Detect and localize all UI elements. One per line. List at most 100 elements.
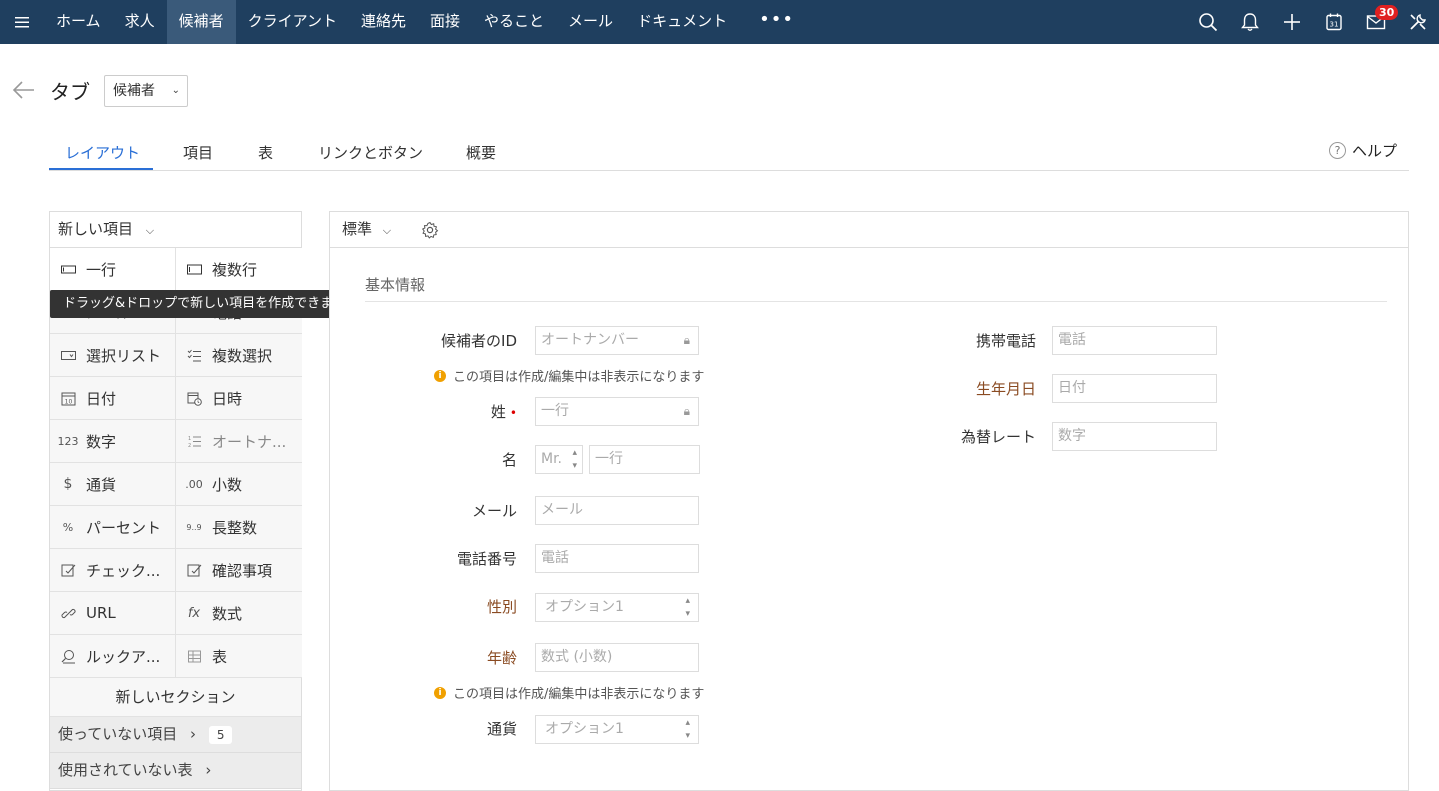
last-name-field[interactable]: 一行 🔒︎	[535, 397, 699, 426]
field-type-label: パーセント	[86, 518, 162, 537]
mail-icon[interactable]: 30	[1355, 0, 1399, 44]
nav-item-documents[interactable]: ドキュメント	[625, 0, 739, 44]
nav-item-mail[interactable]: メール	[556, 0, 625, 44]
gender-placeholder: オプション1	[545, 599, 624, 615]
field-type-table[interactable]: 表	[176, 635, 302, 678]
layout-canvas: 標準 ⌵ 基本情報 候補者のID オートナンバー 🔒︎ i この項目は作成/編集…	[329, 211, 1409, 791]
field-label-currency: 通貨	[486, 720, 517, 738]
nav-item-clients[interactable]: クライアント	[236, 0, 349, 44]
chevron-right-icon: ›	[205, 761, 212, 779]
field-type-multiselect[interactable]: 複数選択	[176, 334, 302, 377]
lock-icon: 🔒︎	[683, 404, 690, 418]
spinner-icon: ▴ ▾	[685, 596, 690, 619]
top-icons: 31 30	[1187, 0, 1439, 44]
unused-fields-toggle[interactable]: 使っていない項目 › 5	[50, 717, 301, 753]
field-type-autonumber[interactable]: 1 2 オートナ...	[176, 420, 302, 463]
chevron-down-icon: ⌵	[145, 224, 155, 237]
required-marker: •	[509, 406, 517, 420]
age-field[interactable]: 数式 (小数)	[535, 643, 699, 672]
field-type-currency[interactable]: $ 通貨	[50, 463, 176, 506]
email-field[interactable]: メール	[535, 496, 699, 525]
field-type-date[interactable]: 10 日付	[50, 377, 176, 420]
nav-item-contacts[interactable]: 連絡先	[349, 0, 418, 44]
exchange-rate-field[interactable]: 数字	[1052, 422, 1217, 451]
tab-table[interactable]: 表	[258, 142, 273, 163]
phone-field[interactable]: 電話	[535, 544, 699, 573]
more-menu-icon[interactable]: •••	[739, 0, 814, 44]
info-icon: i	[434, 686, 446, 699]
mobile-placeholder: 電話	[1058, 332, 1086, 348]
birthdate-field[interactable]: 日付	[1052, 374, 1217, 403]
field-type-label: 数式	[212, 604, 243, 623]
field-type-checkbox[interactable]: チェック...	[50, 549, 176, 592]
tools-icon[interactable]	[1397, 0, 1439, 44]
first-name-field[interactable]: 一行	[589, 445, 700, 474]
tab-overview[interactable]: 概要	[466, 142, 496, 163]
candidate-id-field[interactable]: オートナンバー 🔒︎	[535, 326, 699, 355]
nav-item-jobs[interactable]: 求人	[113, 0, 167, 44]
field-type-picklist[interactable]: 選択リスト	[50, 334, 176, 377]
tab-fields[interactable]: 項目	[183, 142, 213, 163]
multi-line-icon	[186, 262, 202, 277]
last-name-label: 姓	[490, 403, 506, 421]
back-arrow-icon[interactable]	[12, 80, 36, 100]
section-divider	[365, 301, 1387, 302]
calendar-icon[interactable]: 31	[1313, 0, 1355, 44]
field-type-long-integer[interactable]: 9..9 長整数	[176, 506, 302, 549]
mobile-field[interactable]: 電話	[1052, 326, 1217, 355]
field-type-label: ルックア...	[86, 647, 161, 666]
confirmation-icon	[186, 563, 202, 578]
field-type-formula[interactable]: fx 数式	[176, 592, 302, 635]
field-type-confirmation[interactable]: 確認事項	[176, 549, 302, 592]
field-type-percent[interactable]: % パーセント	[50, 506, 176, 549]
field-label-gender: 性別	[486, 598, 517, 616]
unused-tables-label: 使用されていない表	[58, 761, 193, 779]
gender-select[interactable]: オプション1 ▴ ▾	[535, 593, 699, 622]
salutation-value: Mr.	[541, 451, 562, 467]
field-type-label: 一行	[86, 260, 117, 279]
nav-item-interviews[interactable]: 面接	[418, 0, 472, 44]
plus-icon[interactable]	[1271, 0, 1313, 44]
field-type-decimal[interactable]: .00 小数	[176, 463, 302, 506]
hamburger-menu-icon[interactable]	[0, 0, 44, 44]
tab-links-buttons[interactable]: リンクとボタン	[318, 142, 423, 163]
currency-icon: $	[63, 476, 73, 492]
module-select[interactable]: 候補者 ⌄	[104, 75, 188, 107]
single-line-icon	[60, 262, 76, 277]
field-label-candidate-id: 候補者のID	[441, 332, 517, 350]
chevron-right-icon: ›	[190, 725, 197, 743]
field-type-url[interactable]: URL	[50, 592, 176, 635]
field-type-datetime[interactable]: 日時	[176, 377, 302, 420]
nav-item-candidates[interactable]: 候補者	[166, 0, 236, 44]
field-type-label: チェック...	[86, 561, 161, 580]
candidate-id-placeholder: オートナンバー	[541, 332, 639, 348]
gear-icon[interactable]	[421, 221, 439, 239]
field-type-label: 選択リスト	[86, 346, 162, 365]
layout-select[interactable]: 標準 ⌵	[342, 212, 391, 248]
nav-item-tasks[interactable]: やること	[472, 0, 556, 44]
multiselect-icon	[186, 348, 202, 363]
last-name-placeholder: 一行	[541, 403, 569, 419]
new-section-button[interactable]: 新しいセクション	[50, 678, 301, 717]
spinner-icon: ▴ ▾	[685, 718, 690, 741]
active-tab-indicator	[49, 168, 153, 170]
unused-tables-toggle[interactable]: 使用されていない表 ›	[50, 753, 301, 789]
field-label-last-name: 姓 •	[491, 401, 517, 422]
nav-item-home[interactable]: ホーム	[44, 0, 113, 44]
field-type-lookup[interactable]: ルックア...	[50, 635, 176, 678]
tab-layout[interactable]: レイアウト	[65, 142, 140, 163]
field-type-single-line[interactable]: 一行	[50, 248, 176, 291]
hidden-note: i この項目は作成/編集中は非表示になります	[434, 366, 704, 385]
help-link[interactable]: ? ヘルプ	[1328, 140, 1397, 161]
new-field-dropdown[interactable]: 新しい項目 ⌵	[50, 212, 301, 248]
lock-icon: 🔒︎	[683, 333, 690, 347]
currency-select[interactable]: オプション1 ▴ ▾	[535, 715, 699, 744]
link-icon	[60, 606, 76, 621]
table-icon	[186, 649, 202, 664]
field-type-number[interactable]: 123 数字	[50, 420, 176, 463]
phone-placeholder: 電話	[541, 550, 569, 566]
bell-icon[interactable]	[1229, 0, 1271, 44]
search-icon[interactable]	[1187, 0, 1229, 44]
field-type-multi-line[interactable]: 複数行	[176, 248, 302, 291]
salutation-select[interactable]: Mr. ▴ ▾	[535, 445, 583, 474]
